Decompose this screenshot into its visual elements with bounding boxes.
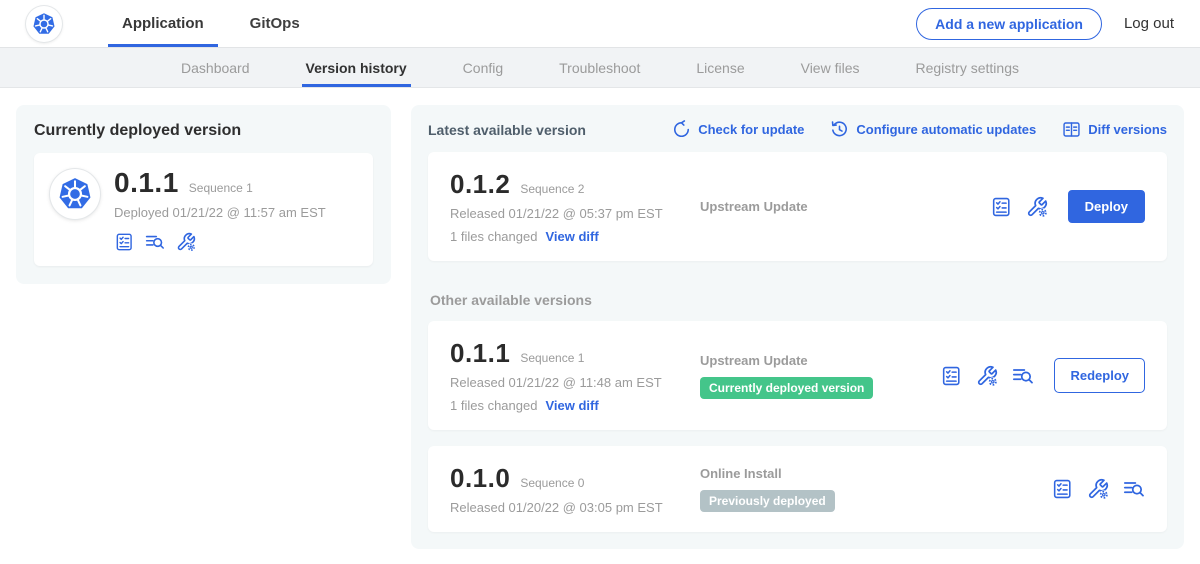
deploy-logs-icon[interactable]	[145, 232, 165, 252]
version-sequence: Sequence 1	[520, 351, 584, 365]
refresh-icon	[672, 120, 691, 139]
version-source-label: Online Install	[700, 466, 782, 481]
diff-versions-action[interactable]: Diff versions	[1062, 120, 1167, 139]
app-type-tabs: Application GitOps	[116, 0, 306, 47]
preflight-checklist-icon[interactable]	[940, 365, 962, 387]
schedule-update-icon	[830, 120, 849, 139]
subnav-item-registry-settings[interactable]: Registry settings	[916, 48, 1019, 87]
version-number: 0.1.1	[450, 338, 510, 369]
view-diff-link[interactable]: View diff	[545, 229, 598, 244]
subnav-item-view-files[interactable]: View files	[801, 48, 860, 87]
deployed-version-card: 0.1.1 Sequence 1 Deployed 01/21/22 @ 11:…	[34, 153, 373, 266]
configure-automatic-updates-label: Configure automatic updates	[856, 122, 1036, 137]
latest-version-title: Latest available version	[428, 122, 586, 138]
logout-link[interactable]: Log out	[1124, 15, 1174, 32]
config-wrench-gear-icon[interactable]	[1026, 196, 1048, 218]
currently-deployed-title: Currently deployed version	[34, 122, 373, 140]
preflight-checklist-icon[interactable]	[990, 196, 1012, 218]
other-versions-title: Other available versions	[430, 292, 1167, 308]
check-for-update-action[interactable]: Check for update	[672, 120, 804, 139]
currently-deployed-badge: Currently deployed version	[700, 377, 873, 399]
config-wrench-gear-icon[interactable]	[1087, 478, 1109, 500]
version-source-label: Upstream Update	[700, 199, 808, 214]
version-sequence: Sequence 0	[520, 476, 584, 490]
tab-gitops-label: GitOps	[250, 15, 300, 32]
released-timestamp: Released 01/20/22 @ 03:05 pm EST	[450, 500, 700, 515]
redeploy-button[interactable]: Redeploy	[1054, 358, 1145, 393]
version-history-panel: Latest available version Check for updat…	[411, 105, 1184, 549]
deploy-logs-icon[interactable]	[1123, 478, 1145, 500]
version-sequence: Sequence 2	[520, 182, 584, 196]
subnav-item-dashboard[interactable]: Dashboard	[181, 48, 250, 87]
released-timestamp: Released 01/21/22 @ 05:37 pm EST	[450, 206, 700, 221]
version-source-label: Upstream Update	[700, 353, 808, 368]
config-wrench-gear-icon[interactable]	[176, 232, 196, 252]
tab-gitops[interactable]: GitOps	[244, 0, 306, 47]
check-for-update-label: Check for update	[698, 122, 804, 137]
diff-icon	[1062, 120, 1081, 139]
kubernetes-logo-icon	[26, 6, 62, 42]
tab-application[interactable]: Application	[116, 0, 210, 47]
version-row-0-1-1: 0.1.1 Sequence 1 Released 01/21/22 @ 11:…	[428, 321, 1167, 430]
diff-versions-label: Diff versions	[1088, 122, 1167, 137]
version-row-0-1-0: 0.1.0 Sequence 0 Released 01/20/22 @ 03:…	[428, 446, 1167, 532]
subnav-item-troubleshoot[interactable]: Troubleshoot	[559, 48, 640, 87]
subnav-item-version-history[interactable]: Version history	[306, 48, 407, 87]
version-number: 0.1.2	[450, 169, 510, 200]
top-header: Application GitOps Add a new application…	[0, 0, 1200, 48]
configure-automatic-updates-action[interactable]: Configure automatic updates	[830, 120, 1036, 139]
previously-deployed-badge: Previously deployed	[700, 490, 835, 512]
currently-deployed-panel: Currently deployed version 0.1.1 Sequenc…	[16, 105, 391, 284]
preflight-checklist-icon[interactable]	[114, 232, 134, 252]
deploy-button[interactable]: Deploy	[1068, 190, 1145, 223]
preflight-checklist-icon[interactable]	[1051, 478, 1073, 500]
tab-application-label: Application	[122, 15, 204, 32]
deployed-timestamp: Deployed 01/21/22 @ 11:57 am EST	[114, 205, 326, 220]
files-changed-label: 1 files changed	[450, 398, 537, 413]
files-changed-label: 1 files changed	[450, 229, 537, 244]
deployed-sequence: Sequence 1	[189, 181, 253, 195]
view-diff-link[interactable]: View diff	[545, 398, 598, 413]
add-application-button[interactable]: Add a new application	[916, 8, 1102, 40]
main-content: Currently deployed version 0.1.1 Sequenc…	[0, 88, 1200, 549]
section-subnav: Dashboard Version history Config Trouble…	[0, 48, 1200, 88]
version-number: 0.1.0	[450, 463, 510, 494]
app-kubernetes-icon	[50, 169, 100, 219]
subnav-item-config[interactable]: Config	[463, 48, 503, 87]
released-timestamp: Released 01/21/22 @ 11:48 am EST	[450, 375, 700, 390]
subnav-item-license[interactable]: License	[696, 48, 744, 87]
config-wrench-gear-icon[interactable]	[976, 365, 998, 387]
deploy-logs-icon[interactable]	[1012, 365, 1034, 387]
deployed-version-number: 0.1.1	[114, 167, 179, 199]
version-row-0-1-2: 0.1.2 Sequence 2 Released 01/21/22 @ 05:…	[428, 152, 1167, 261]
